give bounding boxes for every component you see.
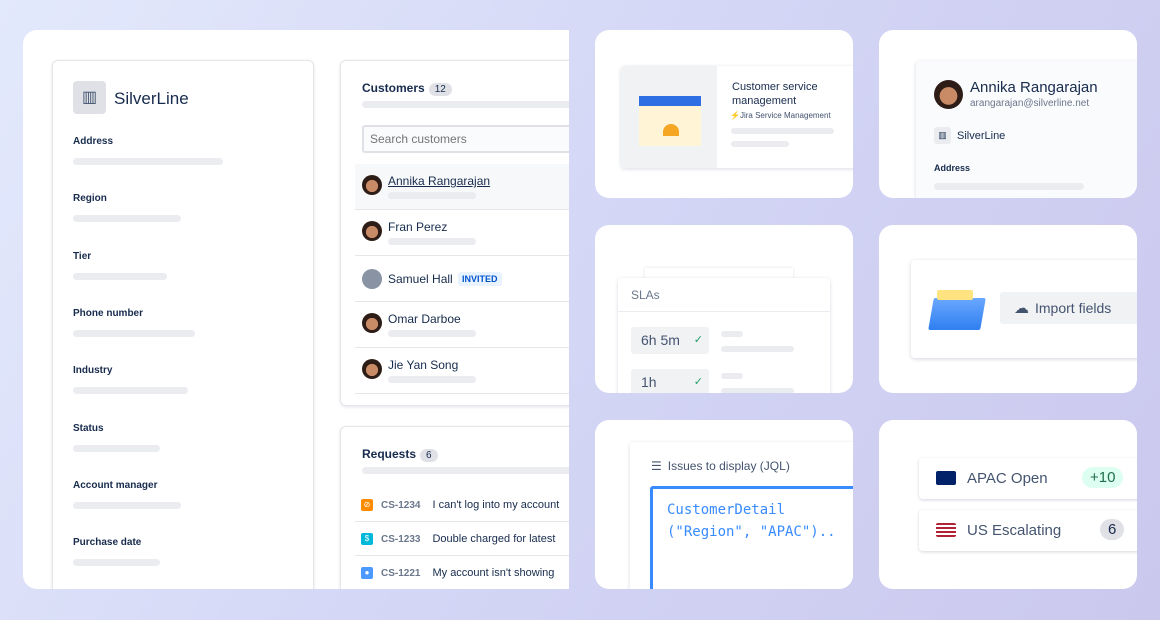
queue-label: US Escalating — [967, 522, 1062, 539]
customer-name: Omar Darboe — [388, 312, 461, 326]
customer-name[interactable]: Annika Rangarajan — [388, 174, 490, 188]
profile-address-label: Address — [934, 163, 971, 173]
customer-row[interactable]: Jie Yan Song — [355, 348, 569, 394]
main-card: ▥ SilverLine Address Region Tier Phone numb… — [23, 30, 569, 589]
australia-flag-icon — [936, 471, 956, 485]
company-icon: ▥ — [73, 81, 106, 114]
field-value-placeholder — [73, 501, 181, 509]
queue-count: 6 — [1100, 519, 1125, 540]
queue-item[interactable]: APAC Open +10 — [919, 458, 1137, 499]
field-value-placeholder — [73, 444, 160, 452]
company-icon: ▥ — [934, 127, 951, 144]
queue-label: APAC Open — [967, 470, 1048, 487]
jql-code-line: CustomerDetail — [667, 502, 786, 518]
company-name: SilverLine — [114, 89, 189, 108]
request-row[interactable]: ● CS-1221 My account isn't showing — [361, 567, 555, 580]
queue-item[interactable]: US Escalating 6 — [919, 510, 1137, 551]
sla-tile: SLAs 6h 5m ✓ 1h ✓ — [595, 225, 853, 393]
profile-avatar — [934, 80, 963, 109]
request-key: CS-1233 — [381, 534, 421, 545]
customer-avatar — [362, 359, 382, 379]
customer-row[interactable]: Fran Perez — [355, 210, 569, 256]
sla-title: SLAs — [631, 288, 660, 302]
field-label: Phone number — [73, 307, 144, 319]
jql-editor[interactable]: CustomerDetail ("Region", "APAC").. — [650, 486, 853, 589]
field-value-placeholder — [73, 158, 223, 165]
search-customers-input[interactable] — [362, 125, 569, 153]
default-avatar-icon — [362, 269, 382, 289]
blocked-icon: ⊘ — [361, 499, 373, 512]
request-key: CS-1221 — [381, 568, 421, 579]
storefront-illustration — [621, 66, 717, 168]
sla-timer: 6h 5m ✓ — [631, 327, 709, 354]
profile-company: SilverLine — [957, 130, 1006, 142]
field-value-placeholder — [73, 215, 181, 223]
field-label: Status — [73, 422, 104, 434]
requests-count: 6 — [420, 449, 438, 462]
customer-avatar — [362, 175, 382, 195]
request-summary: My account isn't showing — [432, 567, 555, 579]
import-fields-label: Import fields — [1035, 300, 1112, 316]
queues-tile: APAC Open +10 US Escalating 6 — [879, 420, 1137, 589]
profile-email: arangarajan@silverline.net — [970, 98, 1090, 109]
customer-avatar — [362, 221, 382, 241]
requests-title: Requests 6 — [362, 447, 438, 462]
field-label: Account manager — [73, 479, 158, 491]
field-value-placeholder — [73, 387, 188, 395]
customer-row[interactable]: Annika Rangarajan — [355, 164, 569, 210]
request-summary: I can't log into my account — [432, 499, 560, 511]
us-flag-icon — [936, 523, 956, 537]
field-label: Purchase date — [73, 537, 142, 549]
request-summary: Double charged for latest — [432, 533, 556, 545]
customers-title: Customers 12 — [362, 81, 452, 96]
requests-panel: Requests 6 ⊘ CS-1234 I can't log into my ac… — [340, 426, 569, 589]
field-label: Tier — [73, 250, 92, 262]
field-label: Address — [73, 136, 114, 147]
folder-illustration — [928, 298, 986, 330]
csm-title: Customer service management — [732, 81, 818, 107]
lightning-icon: ⚡ — [730, 111, 740, 120]
profile-tile: Annika Rangarajan arangarajan@silverline… — [879, 30, 1137, 198]
dollar-icon: $ — [361, 533, 373, 546]
customer-avatar — [362, 313, 382, 333]
profile-name: Annika Rangarajan — [970, 79, 1098, 96]
queue-count: +10 — [1082, 467, 1124, 488]
customer-name: Fran Perez — [388, 220, 448, 234]
field-label: Industry — [73, 365, 113, 377]
jql-code-line: ("Region", "APAC").. — [667, 524, 836, 540]
customer-name: Jie Yan Song — [388, 358, 459, 372]
chat-icon: ● — [361, 567, 373, 580]
check-icon: ✓ — [693, 334, 703, 346]
customers-panel: Customers12 Annika Rangarajan Fran Perez S… — [340, 60, 569, 406]
customers-count: 12 — [428, 83, 452, 96]
customers-label: Customers — [362, 81, 425, 95]
customer-row[interactable]: Samuel Hall INVITED — [355, 256, 569, 302]
field-label: Region — [73, 193, 107, 205]
sla-timer: 1h ✓ — [631, 369, 709, 393]
customer-detail-panel: ▥ SilverLine Address Region Tier Phone numb… — [52, 60, 314, 589]
requests-label: Requests — [362, 447, 417, 461]
import-fields-button[interactable]: ☁ Import fields — [1000, 292, 1137, 324]
product-name: Jira Service Management — [739, 111, 831, 120]
field-value-placeholder — [73, 272, 167, 280]
import-tile: ☁ Import fields — [879, 225, 1137, 393]
csm-tile: Customer service management ⚡Jira Servic… — [595, 30, 853, 198]
invited-badge: INVITED — [458, 272, 502, 286]
field-value-placeholder — [73, 329, 195, 337]
jql-tile: ☰ Issues to display (JQL) CustomerDetail … — [595, 420, 853, 589]
request-row[interactable]: $ CS-1233 Double charged for latest — [361, 533, 556, 546]
cloud-upload-icon: ☁ — [1014, 300, 1029, 317]
customer-row[interactable]: Omar Darboe — [355, 302, 569, 348]
jql-label: Issues to display (JQL) — [667, 459, 790, 473]
field-value-placeholder — [73, 559, 160, 567]
request-key: CS-1234 — [381, 500, 421, 511]
check-icon: ✓ — [693, 376, 703, 388]
request-row[interactable]: ⊘ CS-1234 I can't log into my account — [361, 499, 560, 512]
filter-icon: ☰ — [651, 459, 662, 473]
customer-name: Samuel Hall — [388, 272, 453, 286]
